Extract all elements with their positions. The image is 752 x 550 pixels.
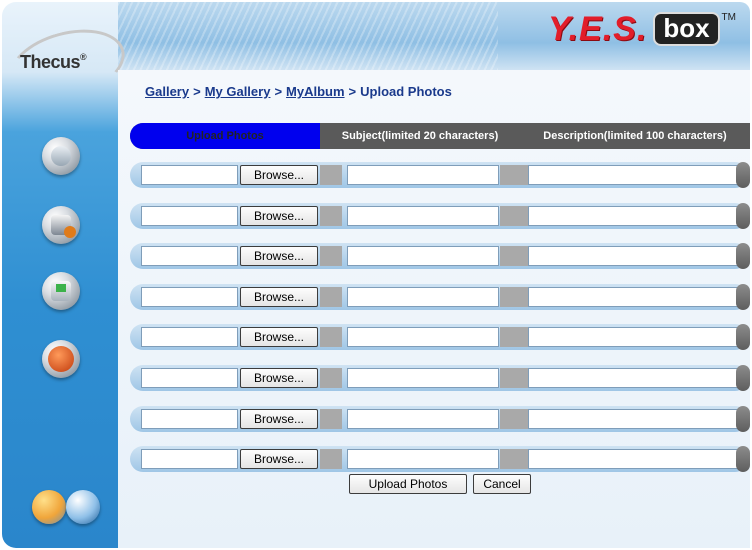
product-logo: Y.E.S. box TM <box>548 12 736 46</box>
top-header: Y.E.S. box TM <box>118 2 750 70</box>
breadcrumb-my-gallery[interactable]: My Gallery <box>205 84 271 99</box>
row-end-cap <box>736 243 750 269</box>
breadcrumb-separator: > <box>274 84 283 99</box>
file-path-field[interactable] <box>141 368 238 388</box>
printer-icon[interactable] <box>42 206 80 244</box>
row-end-cap <box>736 284 750 310</box>
breadcrumb-gallery[interactable]: Gallery <box>145 84 189 99</box>
description-input[interactable] <box>528 409 740 429</box>
main-content: Gallery > My Gallery > MyAlbum > Upload Photos… <box>118 70 750 548</box>
row-divider <box>320 206 342 226</box>
description-input[interactable] <box>528 246 740 266</box>
subject-input[interactable] <box>347 409 499 429</box>
row-end-cap <box>736 406 750 432</box>
row-divider <box>320 287 342 307</box>
logout-icon[interactable] <box>66 490 100 524</box>
description-input[interactable] <box>528 368 740 388</box>
subject-input[interactable] <box>347 327 499 347</box>
row-divider <box>500 246 528 266</box>
description-input[interactable] <box>528 165 740 185</box>
row-end-cap <box>736 162 750 188</box>
product-logo-tm: TM <box>721 12 736 23</box>
table-header: Upload Photos Subject(limited 20 charact… <box>130 123 750 149</box>
upload-row: Browse... <box>130 284 750 310</box>
row-divider <box>320 165 342 185</box>
product-logo-yes: Y.E.S. <box>548 10 648 48</box>
browse-button[interactable]: Browse... <box>240 287 318 307</box>
upload-row: Browse... <box>130 406 750 432</box>
breadcrumb-separator: > <box>348 84 357 99</box>
app-frame: Y.E.S. box TM Thecus® Gallery > My Gallery… <box>0 0 752 550</box>
description-input[interactable] <box>528 449 740 469</box>
upload-row: Browse... <box>130 365 750 391</box>
file-path-field[interactable] <box>141 246 238 266</box>
subject-input[interactable] <box>347 449 499 469</box>
browse-button[interactable]: Browse... <box>240 246 318 266</box>
row-end-cap <box>736 446 750 472</box>
browse-button[interactable]: Browse... <box>240 449 318 469</box>
subject-input[interactable] <box>347 165 499 185</box>
upload-photos-button[interactable]: Upload Photos <box>349 474 467 494</box>
file-path-field[interactable] <box>141 165 238 185</box>
upload-row: Browse... <box>130 243 750 269</box>
description-input[interactable] <box>528 327 740 347</box>
row-divider <box>500 165 528 185</box>
cancel-button[interactable]: Cancel <box>473 474 531 494</box>
disk-icon[interactable] <box>42 137 80 175</box>
row-end-cap <box>736 365 750 391</box>
row-end-cap <box>736 203 750 229</box>
column-header-upload: Upload Photos <box>130 123 320 149</box>
file-path-field[interactable] <box>141 206 238 226</box>
description-input[interactable] <box>528 206 740 226</box>
breadcrumb-my-album[interactable]: MyAlbum <box>286 84 345 99</box>
row-divider <box>500 287 528 307</box>
home-icon[interactable] <box>42 340 80 378</box>
description-input[interactable] <box>528 287 740 307</box>
row-divider <box>500 409 528 429</box>
column-header-subject: Subject(limited 20 characters) <box>341 130 499 142</box>
subject-input[interactable] <box>347 368 499 388</box>
row-divider <box>500 206 528 226</box>
language-icon[interactable] <box>32 490 66 524</box>
file-path-field[interactable] <box>141 449 238 469</box>
file-path-field[interactable] <box>141 327 238 347</box>
upload-row: Browse... <box>130 324 750 350</box>
product-logo-box: box <box>653 12 720 46</box>
row-divider <box>320 246 342 266</box>
file-path-field[interactable] <box>141 409 238 429</box>
row-divider <box>320 368 342 388</box>
subject-input[interactable] <box>347 206 499 226</box>
company-logo-reg: ® <box>80 52 87 62</box>
upload-row: Browse... <box>130 162 750 188</box>
upload-row: Browse... <box>130 203 750 229</box>
breadcrumb-separator: > <box>193 84 201 99</box>
browse-button[interactable]: Browse... <box>240 165 318 185</box>
column-header-description: Description(limited 100 characters) <box>543 130 727 142</box>
subject-input[interactable] <box>347 246 499 266</box>
row-divider <box>320 327 342 347</box>
browse-button[interactable]: Browse... <box>240 327 318 347</box>
row-divider <box>500 327 528 347</box>
company-logo-text: Thecus <box>20 52 81 72</box>
upload-row: Browse... <box>130 446 750 472</box>
header-decoration <box>118 2 498 70</box>
row-divider <box>500 449 528 469</box>
file-path-field[interactable] <box>141 287 238 307</box>
row-end-cap <box>736 324 750 350</box>
breadcrumb: Gallery > My Gallery > MyAlbum > Upload Photos <box>145 84 452 99</box>
row-divider <box>320 449 342 469</box>
browse-button[interactable]: Browse... <box>240 206 318 226</box>
row-divider <box>320 409 342 429</box>
subject-input[interactable] <box>347 287 499 307</box>
breadcrumb-current: Upload Photos <box>360 84 452 99</box>
browse-button[interactable]: Browse... <box>240 409 318 429</box>
browse-button[interactable]: Browse... <box>240 368 318 388</box>
monitor-icon[interactable] <box>42 272 80 310</box>
row-divider <box>500 368 528 388</box>
